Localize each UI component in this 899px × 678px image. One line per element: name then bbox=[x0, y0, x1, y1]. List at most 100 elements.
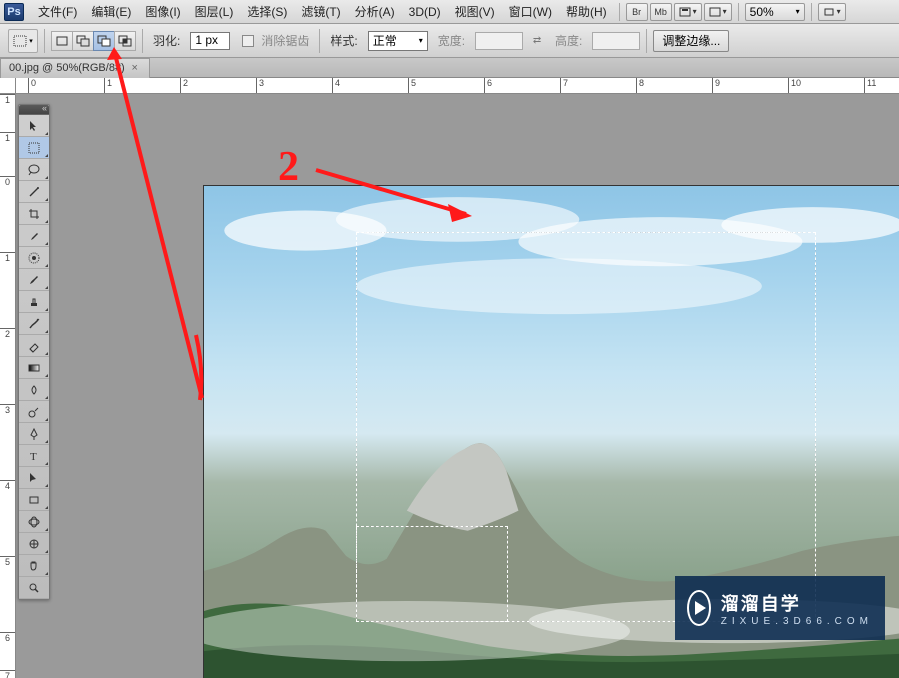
play-icon bbox=[687, 590, 711, 626]
ruler-vertical[interactable]: 1 1 0 1 2 3 4 5 6 7 bbox=[0, 94, 16, 678]
menu-analysis[interactable]: 分析(A) bbox=[349, 0, 401, 23]
ruler-tick: 1 bbox=[0, 132, 15, 143]
ruler-tick: 1 bbox=[0, 252, 15, 263]
separator bbox=[646, 29, 647, 53]
antialias-checkbox[interactable] bbox=[242, 35, 254, 47]
menu-filter[interactable]: 滤镜(T) bbox=[295, 0, 346, 23]
ruler-tick: 1 bbox=[0, 94, 15, 105]
menu-3d[interactable]: 3D(D) bbox=[403, 2, 447, 22]
watermark-title: 溜溜自学 bbox=[721, 590, 873, 616]
style-value: 正常 bbox=[373, 32, 397, 49]
height-input bbox=[592, 32, 640, 50]
ruler-tick: 9 bbox=[712, 78, 720, 93]
zoom-tool[interactable] bbox=[19, 577, 49, 599]
tab-title: 00.jpg @ 50%(RGB/8#) bbox=[9, 62, 125, 74]
feather-label: 羽化: bbox=[153, 32, 180, 49]
separator bbox=[738, 3, 739, 21]
svg-text:T: T bbox=[30, 451, 37, 463]
new-selection-button[interactable] bbox=[51, 31, 73, 51]
spot-heal-tool[interactable] bbox=[19, 247, 49, 269]
ruler-tick: 0 bbox=[28, 78, 36, 93]
3d-orbit-tool[interactable] bbox=[19, 533, 49, 555]
path-selection-tool[interactable] bbox=[19, 467, 49, 489]
separator bbox=[811, 3, 812, 21]
ruler-horizontal[interactable]: 0 1 2 3 4 5 6 7 8 9 10 11 bbox=[16, 78, 899, 94]
menu-view[interactable]: 视图(V) bbox=[449, 0, 501, 23]
bridge-button[interactable]: Br bbox=[626, 3, 648, 21]
separator bbox=[44, 29, 45, 53]
app-logo: Ps bbox=[4, 3, 24, 21]
width-label: 宽度: bbox=[438, 32, 465, 49]
menu-file[interactable]: 文件(F) bbox=[32, 0, 83, 23]
style-select[interactable]: 正常 bbox=[368, 31, 428, 51]
ruler-tick: 4 bbox=[0, 480, 15, 491]
minibridge-button[interactable]: Mb bbox=[650, 3, 672, 21]
move-tool[interactable] bbox=[19, 115, 49, 137]
pen-tool[interactable] bbox=[19, 423, 49, 445]
menu-layer[interactable]: 图层(L) bbox=[189, 0, 240, 23]
ruler-tick: 6 bbox=[484, 78, 492, 93]
antialias-label: 消除锯齿 bbox=[261, 32, 309, 49]
menu-image[interactable]: 图像(I) bbox=[139, 0, 186, 23]
ruler-tick: 5 bbox=[0, 556, 15, 567]
hand-tool[interactable] bbox=[19, 555, 49, 577]
ruler-tick: 3 bbox=[0, 404, 15, 415]
width-input bbox=[475, 32, 523, 50]
style-label: 样式: bbox=[330, 32, 357, 49]
clone-stamp-tool[interactable] bbox=[19, 291, 49, 313]
ruler-tick: 4 bbox=[332, 78, 340, 93]
refine-edge-button[interactable]: 调整边缘... bbox=[653, 30, 729, 52]
add-to-selection-button[interactable] bbox=[72, 31, 94, 51]
menu-edit[interactable]: 编辑(E) bbox=[85, 0, 137, 23]
intersect-selection-button[interactable] bbox=[114, 31, 136, 51]
menu-select[interactable]: 选择(S) bbox=[241, 0, 293, 23]
magic-wand-tool[interactable] bbox=[19, 181, 49, 203]
feather-input[interactable]: 1 px bbox=[190, 32, 230, 50]
dodge-tool[interactable] bbox=[19, 401, 49, 423]
screen-arrange-button[interactable] bbox=[674, 3, 702, 21]
ruler-tick: 10 bbox=[788, 78, 801, 93]
separator bbox=[619, 3, 620, 21]
tool-preset[interactable] bbox=[8, 29, 38, 53]
document-tabs: 00.jpg @ 50%(RGB/8#) × bbox=[0, 58, 899, 78]
blur-tool[interactable] bbox=[19, 379, 49, 401]
ruler-tick: 7 bbox=[560, 78, 568, 93]
panel-grip[interactable] bbox=[19, 105, 49, 115]
menu-window[interactable]: 窗口(W) bbox=[503, 0, 558, 23]
zoom-value: 50% bbox=[750, 5, 774, 19]
close-icon[interactable]: × bbox=[129, 62, 141, 74]
ruler-tick: 1 bbox=[104, 78, 112, 93]
lasso-tool[interactable] bbox=[19, 159, 49, 181]
ruler-tick: 7 bbox=[0, 670, 15, 678]
ruler-tick: 5 bbox=[408, 78, 416, 93]
zoom-select[interactable]: 50% bbox=[745, 3, 805, 21]
marquee-tool[interactable] bbox=[19, 137, 49, 159]
watermark-subtitle: ZIXUE.3D66.COM bbox=[721, 616, 873, 627]
brush-tool[interactable] bbox=[19, 269, 49, 291]
rectangle-tool[interactable] bbox=[19, 489, 49, 511]
crop-tool[interactable] bbox=[19, 203, 49, 225]
menu-help[interactable]: 帮助(H) bbox=[560, 0, 613, 23]
document-tab[interactable]: 00.jpg @ 50%(RGB/8#) × bbox=[0, 58, 150, 78]
tools-panel[interactable]: T bbox=[18, 104, 50, 600]
eyedropper-tool[interactable] bbox=[19, 225, 49, 247]
ruler-tick: 6 bbox=[0, 632, 15, 643]
screen-mode-button[interactable] bbox=[704, 3, 732, 21]
ruler-tick: 2 bbox=[0, 328, 15, 339]
ruler-tick: 0 bbox=[0, 176, 15, 187]
height-label: 高度: bbox=[555, 32, 582, 49]
separator bbox=[142, 29, 143, 53]
ruler-tick: 3 bbox=[256, 78, 264, 93]
type-tool[interactable]: T bbox=[19, 445, 49, 467]
separator bbox=[319, 29, 320, 53]
watermark: 溜溜自学 ZIXUE.3D66.COM bbox=[675, 576, 885, 640]
eraser-tool[interactable] bbox=[19, 335, 49, 357]
view-extra-button[interactable] bbox=[818, 3, 846, 21]
history-brush-tool[interactable] bbox=[19, 313, 49, 335]
selection-mode-group bbox=[51, 31, 136, 51]
link-icon: ⇄ bbox=[529, 32, 545, 50]
3d-rotate-tool[interactable] bbox=[19, 511, 49, 533]
gradient-tool[interactable] bbox=[19, 357, 49, 379]
subtract-selection-button[interactable] bbox=[93, 31, 115, 51]
ruler-corner bbox=[0, 78, 16, 94]
